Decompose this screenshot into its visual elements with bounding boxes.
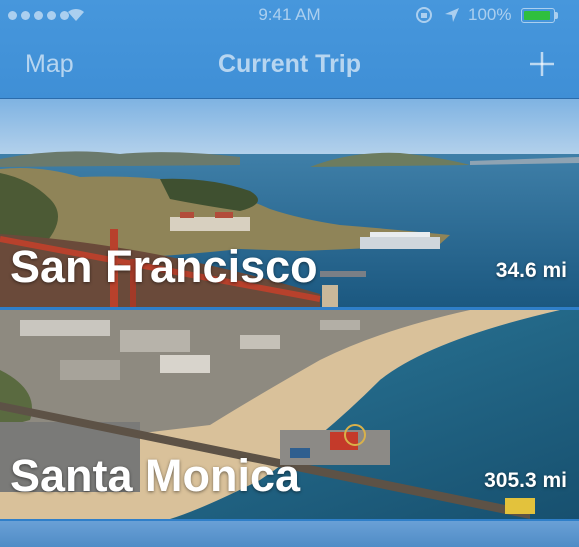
nav-header: 9:41 AM 100% Map Current Trip <box>0 0 579 99</box>
battery-icon <box>521 8 555 23</box>
plus-icon[interactable] <box>527 49 557 79</box>
map-button[interactable]: Map <box>25 50 74 79</box>
page-title: Current Trip <box>217 50 362 78</box>
trip-distance: 305.3 mi <box>484 469 567 492</box>
trip-distance: 34.6 mi <box>495 259 567 282</box>
status-bar: 9:41 AM 100% <box>0 0 579 32</box>
trip-card-next[interactable] <box>0 521 579 547</box>
trip-city: Santa Monica <box>10 450 301 501</box>
trip-card-san-francisco[interactable]: San Francisco 34.6 mi <box>0 99 579 307</box>
trip-city: San Francisco <box>10 241 318 292</box>
rotation-lock-icon <box>416 7 432 23</box>
trip-card-santa-monica[interactable]: Santa Monica 305.3 mi <box>0 310 579 519</box>
battery-percent: 100% <box>468 5 512 24</box>
location-arrow-icon <box>445 8 459 22</box>
